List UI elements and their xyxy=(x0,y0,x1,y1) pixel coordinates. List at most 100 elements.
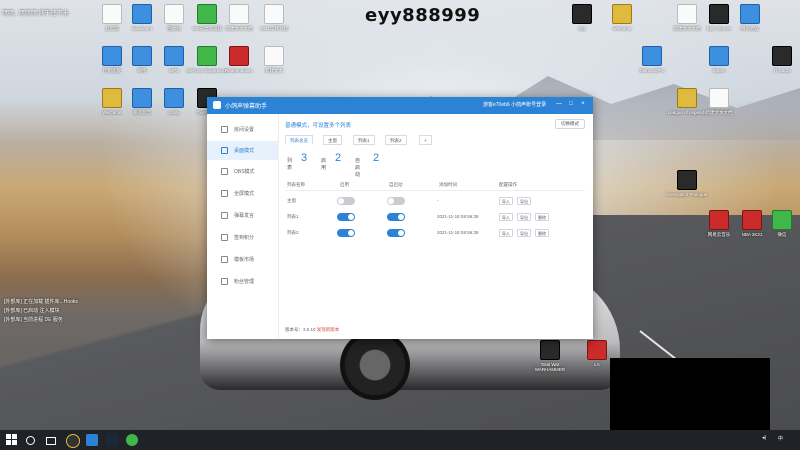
stat-label: 自启动 xyxy=(355,158,361,178)
webcam-overlay-box xyxy=(610,358,770,430)
start-button[interactable] xyxy=(6,434,18,446)
sidebar-item-label: 签到积分 xyxy=(234,235,255,241)
desktop-app-icon xyxy=(709,4,729,24)
switch-mode-button[interactable]: 切换模式 xyxy=(555,119,585,129)
row-action-button[interactable]: 删除 xyxy=(535,213,549,221)
row-action-button[interactable]: 导出 xyxy=(517,213,531,221)
version-label: 版本号： xyxy=(285,327,303,332)
desktop-app-icon xyxy=(677,170,697,190)
main-panel: 普通模式，可设置多个列表 切换模式 列表总览 主窗 列表1 列表2 + 列表 3… xyxy=(279,114,593,339)
desktop-app-icon xyxy=(772,210,792,230)
stat-label: 启用 xyxy=(321,158,327,171)
row-action-button[interactable]: 导入 xyxy=(499,197,513,205)
desktop-icon-item[interactable]: Steam xyxy=(697,46,741,73)
desktop-icon-label: TI Cards xyxy=(773,68,791,73)
row-action-button[interactable]: 导入 xyxy=(499,229,513,237)
desktop-app-icon xyxy=(102,4,122,24)
desktop-app-icon xyxy=(132,88,152,108)
sidebar-item-label: 弹幕发言 xyxy=(234,213,255,219)
sidebar-item-fan-management[interactable]: 粉丝管理 xyxy=(207,272,278,291)
desktop-icon-item[interactable]: Overwatch Prologue xyxy=(665,170,709,197)
desktop-app-icon xyxy=(102,88,122,108)
taskbar-steam-icon[interactable] xyxy=(106,434,118,446)
maximize-button[interactable]: □ xyxy=(567,100,575,109)
tab-overview[interactable]: 列表总览 xyxy=(285,135,313,145)
desktop-icon-item[interactable]: DiamondPro xyxy=(630,46,674,73)
enable-toggle[interactable] xyxy=(337,197,355,205)
list-name: 主窗 xyxy=(287,198,296,203)
desktop-app-icon xyxy=(709,88,729,108)
update-link[interactable]: 发现新版本 xyxy=(317,327,340,332)
desktop-icon-item[interactable]: 新建文本 xyxy=(252,46,296,73)
row-action-button[interactable]: 删除 xyxy=(535,229,549,237)
desktop-icon-item[interactable]: Total War WARHAMMER xyxy=(528,340,572,372)
desktop-icon-item[interactable]: WeGame xyxy=(600,4,644,31)
minimize-button[interactable]: — xyxy=(555,100,563,109)
sidebar-item-desktop-mode[interactable]: 桌面模式 xyxy=(207,141,278,160)
table-row: 主窗 - 导入 导出 xyxy=(285,194,585,208)
desktop-app-icon xyxy=(709,46,729,66)
app-title: 小鸽声弹幕助手 xyxy=(225,104,268,110)
obs-icon xyxy=(221,168,228,175)
car-wheel xyxy=(340,330,410,400)
desktop-app-icon xyxy=(229,46,249,66)
calendar-icon xyxy=(221,234,228,241)
row-action-button[interactable]: 导入 xyxy=(499,213,513,221)
sidebar-item-template-market[interactable]: 模板市场 xyxy=(207,250,278,269)
row-action-button[interactable]: 导出 xyxy=(517,229,531,237)
sidebar-item-label: 全屏模式 xyxy=(234,191,255,197)
desktop-icon-label: 腾讯会议 xyxy=(741,26,759,31)
row-action-button[interactable]: 导出 xyxy=(517,197,531,205)
autostart-toggle[interactable] xyxy=(387,229,405,237)
desktop-icon-item[interactable]: TI Cards xyxy=(760,46,800,73)
added-time: - xyxy=(437,198,439,203)
enable-toggle[interactable] xyxy=(337,229,355,237)
close-button[interactable]: × xyxy=(579,100,587,109)
sidebar-item-label: 桌面模式 xyxy=(234,148,255,154)
desktop-icon-item[interactable]: QQ xyxy=(560,4,604,31)
sidebar-item-checkin-points[interactable]: 签到积分 xyxy=(207,228,278,247)
desktop-app-icon xyxy=(772,46,792,66)
taskbar-browser-icon[interactable] xyxy=(126,434,138,446)
overlay-log: [外部库] 正在加载 插件库...Hooks [外部库] 已启动 注入模块 [外… xyxy=(4,298,78,325)
fullscreen-icon xyxy=(221,190,228,197)
sidebar-item-obs-mode[interactable]: OBS模式 xyxy=(207,162,278,181)
taskbar-wegame-icon[interactable] xyxy=(66,434,80,448)
enable-toggle[interactable] xyxy=(337,213,355,221)
volume-icon[interactable]: ◂) xyxy=(762,435,766,441)
title-bar[interactable]: 小鸽声弹幕助手 游客e70eb6 小鸽声账号登录 — □ × xyxy=(207,97,593,114)
desktop-icon-item[interactable]: 新建文本文档 xyxy=(697,88,741,115)
desktop-icon-label: 新建文本 xyxy=(265,68,283,73)
column-header: 添加时间 xyxy=(439,182,457,187)
market-icon xyxy=(221,256,228,263)
desktop-app-icon xyxy=(540,340,560,360)
desktop-icon-item[interactable]: 2021年终总结 xyxy=(252,4,296,31)
add-tab-button[interactable]: + xyxy=(419,135,432,145)
log-line: [外部库] 已启动 注入模块 xyxy=(4,308,60,314)
sidebar-item-danmaku-speak[interactable]: 弹幕发言 xyxy=(207,206,278,225)
stream-title: eyy888999 xyxy=(365,5,481,26)
task-view-icon[interactable] xyxy=(46,437,56,445)
tab-list1[interactable]: 列表1 xyxy=(353,135,375,145)
tab-main[interactable]: 主窗 xyxy=(323,135,342,145)
desktop-icon-item[interactable]: 腾讯会议 xyxy=(728,4,772,31)
autostart-toggle[interactable] xyxy=(387,213,405,221)
ime-indicator[interactable]: 中 xyxy=(778,435,783,442)
autostart-toggle[interactable] xyxy=(387,197,405,205)
sidebar-item-fullscreen-mode[interactable]: 全屏模式 xyxy=(207,184,278,203)
desktop-app-icon xyxy=(264,46,284,66)
desktop-icon-item[interactable]: 微信 xyxy=(760,210,800,237)
tab-list2[interactable]: 列表2 xyxy=(385,135,407,145)
mode-title: 普通模式，可设置多个列表 xyxy=(285,123,352,129)
table-header: 列表名称 启用 自启动 添加时间 配置操作 xyxy=(285,178,585,191)
desktop-icon-label: QQ xyxy=(578,26,586,31)
taskbar-danmaku-app-icon[interactable] xyxy=(86,434,98,446)
account-login-link[interactable]: 游客e70eb6 小鸽声账号登录 xyxy=(483,101,546,108)
search-icon[interactable] xyxy=(26,436,35,445)
desktop-app-icon xyxy=(132,46,152,66)
sidebar: 房间设置 桌面模式 OBS模式 全屏模式 弹幕发言 签到积分 模板市场 粉丝管理 xyxy=(207,114,279,339)
sidebar-item-room-settings[interactable]: 房间设置 xyxy=(207,120,278,139)
desktop-icon-label: 2021年终总结 xyxy=(259,26,288,31)
desktop-app-icon xyxy=(677,88,697,108)
desktop-icon-label: Total War WARHAMMER xyxy=(534,362,566,372)
